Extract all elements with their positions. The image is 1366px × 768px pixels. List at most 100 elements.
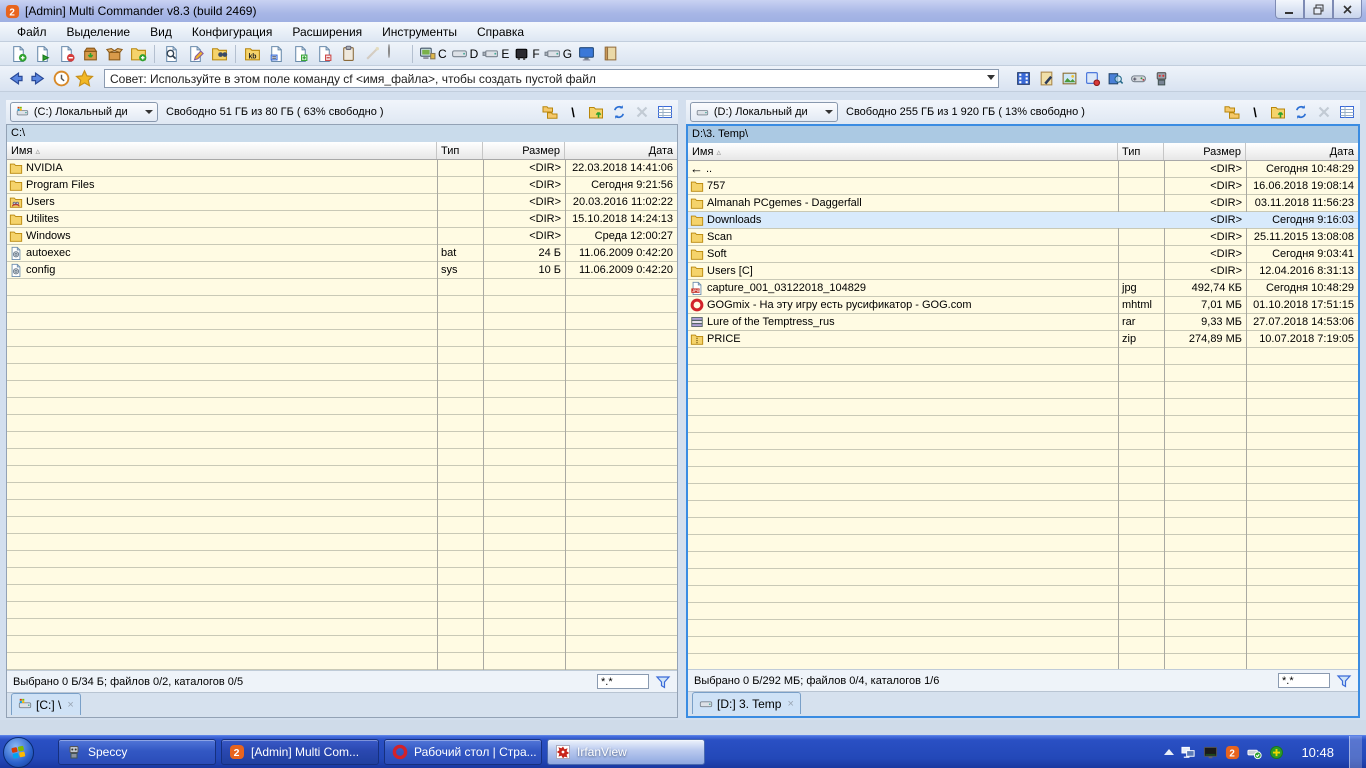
start-button[interactable] xyxy=(3,737,34,768)
column-header-type[interactable]: Тип xyxy=(1118,143,1164,160)
network-tray-icon[interactable] xyxy=(1181,745,1196,760)
column-header-date[interactable]: Дата xyxy=(565,142,677,159)
menu-item[interactable]: Выделение xyxy=(58,23,140,41)
book-button[interactable] xyxy=(598,43,622,65)
doc-edit-button[interactable] xyxy=(183,43,207,65)
column-header-size[interactable]: Размер xyxy=(1164,143,1246,160)
computer-button[interactable]: C xyxy=(417,43,449,65)
device-button[interactable]: F xyxy=(511,43,541,65)
back-icon[interactable] xyxy=(6,69,25,88)
left-panel-tab[interactable]: [C:] \ × xyxy=(11,693,81,715)
doc-minus-button[interactable] xyxy=(312,43,336,65)
green-disc-tray-icon[interactable] xyxy=(1269,745,1284,760)
left-filter-input[interactable] xyxy=(597,674,649,689)
column-header-type[interactable]: Тип xyxy=(437,142,483,159)
tree-button[interactable] xyxy=(541,103,559,121)
folder-kb-button[interactable]: kb xyxy=(240,43,264,65)
doc-search-button[interactable] xyxy=(159,43,183,65)
file-row[interactable]: Soft<DIR>Сегодня 9:03:41 xyxy=(688,246,1358,262)
file-row[interactable]: GOGmix - На эту игру есть русификатор - … xyxy=(688,297,1358,313)
left-file-list[interactable]: NVIDIA<DIR>22.03.2018 14:41:06Program Fi… xyxy=(7,160,677,670)
tray-expand-icon[interactable] xyxy=(1164,749,1174,755)
file-row[interactable]: Downloads<DIR>Сегодня 9:16:03 xyxy=(688,212,1358,228)
command-dropdown-icon[interactable] xyxy=(987,75,995,80)
right-panel-tab[interactable]: [D:] 3. Temp × xyxy=(692,692,801,714)
usb-button[interactable]: E xyxy=(480,43,511,65)
file-row[interactable]: configsys10 Б11.06.2009 0:42:20 xyxy=(7,262,677,278)
pack-button[interactable] xyxy=(78,43,102,65)
menu-item[interactable]: Инструменты xyxy=(373,23,466,41)
folder-new-button[interactable] xyxy=(126,43,150,65)
right-file-list[interactable]: ←..<DIR>Сегодня 10:48:29757<DIR>16.06.20… xyxy=(688,161,1358,669)
file-row[interactable]: Program Files<DIR>Сегодня 9:21:56 xyxy=(7,177,677,193)
root-button[interactable]: \ xyxy=(1246,103,1264,121)
monitor-button[interactable] xyxy=(574,43,598,65)
unpack-button[interactable] xyxy=(102,43,126,65)
file-delete-button[interactable] xyxy=(54,43,78,65)
taskbar-button-irfan[interactable]: IrfanView xyxy=(547,739,705,765)
left-drive-selector[interactable]: (C:) Локальный ди xyxy=(10,102,158,122)
usb-button[interactable]: G xyxy=(542,43,574,65)
clipboard-button[interactable] xyxy=(336,43,360,65)
refresh-button[interactable] xyxy=(610,103,628,121)
file-row[interactable]: Utilites<DIR>15.10.2018 14:24:13 xyxy=(7,211,677,227)
menu-item[interactable]: Вид xyxy=(141,23,181,41)
history-icon[interactable] xyxy=(52,69,71,88)
file-row[interactable]: Users [C]<DIR>12.04.2016 8:31:13 xyxy=(688,263,1358,279)
right-drive-selector[interactable]: (D:) Локальный ди xyxy=(690,102,838,122)
taskbar-button-opera[interactable]: Рабочий стол | Стра... xyxy=(384,739,542,765)
restore-button[interactable] xyxy=(1304,0,1333,19)
taskbar-button-mc[interactable]: 2[Admin] Multi Com... xyxy=(221,739,379,765)
column-header-name[interactable]: Имя ▵ xyxy=(688,143,1118,160)
doc-info-button[interactable] xyxy=(264,43,288,65)
grid-button[interactable] xyxy=(656,103,674,121)
file-row[interactable]: Users<DIR>20.03.2016 11:02:22 xyxy=(7,194,677,210)
root-button[interactable]: \ xyxy=(564,103,582,121)
mc-tray-icon[interactable]: 2 xyxy=(1225,745,1240,760)
monitor-black-tray-icon[interactable] xyxy=(1203,745,1218,760)
tree-button[interactable] xyxy=(1223,103,1241,121)
favorites-star-icon[interactable] xyxy=(75,69,94,88)
file-copy-button[interactable] xyxy=(30,43,54,65)
tray-clock[interactable]: 10:48 xyxy=(1301,745,1334,760)
forward-icon[interactable] xyxy=(29,69,48,88)
doc-plus-button[interactable] xyxy=(288,43,312,65)
file-new-button[interactable] xyxy=(6,43,30,65)
show-desktop-button[interactable] xyxy=(1349,736,1362,768)
folder-up-button[interactable] xyxy=(1269,103,1287,121)
column-header-size[interactable]: Размер xyxy=(483,142,565,159)
menu-item[interactable]: Справка xyxy=(468,23,533,41)
wand-button[interactable] xyxy=(360,43,384,65)
menu-item[interactable]: Расширения xyxy=(283,23,371,41)
dim-button[interactable] xyxy=(633,103,651,121)
dim-button[interactable] xyxy=(1315,103,1333,121)
file-row[interactable]: 757<DIR>16.06.2018 19:08:14 xyxy=(688,178,1358,194)
file-row[interactable]: autoexecbat24 Б11.06.2009 0:42:20 xyxy=(7,245,677,261)
filter-funnel-icon[interactable] xyxy=(1336,673,1352,689)
file-row[interactable]: JPGcapture_001_03122018_104829jpg492,74 … xyxy=(688,280,1358,296)
file-row[interactable]: ←..<DIR>Сегодня 10:48:29 xyxy=(688,161,1358,177)
right-filter-input[interactable] xyxy=(1278,673,1330,688)
folder-search-button[interactable] xyxy=(207,43,231,65)
close-button[interactable] xyxy=(1333,0,1362,19)
tab-close-icon[interactable]: × xyxy=(67,699,73,711)
filter-funnel-icon[interactable] xyxy=(655,674,671,690)
usb-check-tray-icon[interactable] xyxy=(1247,745,1262,760)
column-header-name[interactable]: Имя ▵ xyxy=(7,142,437,159)
command-input[interactable] xyxy=(104,69,999,88)
column-header-date[interactable]: Дата xyxy=(1246,143,1358,160)
drive-button[interactable]: D xyxy=(449,43,481,65)
folder-up-button[interactable] xyxy=(587,103,605,121)
file-row[interactable]: Lure of the Temptress_rusrar9,33 МБ27.07… xyxy=(688,314,1358,330)
file-row[interactable]: Almanah PCgemes - Daggerfall<DIR>03.11.2… xyxy=(688,195,1358,211)
grid-button[interactable] xyxy=(1338,103,1356,121)
minimize-button[interactable] xyxy=(1275,0,1304,19)
file-row[interactable]: Windows<DIR>Среда 12:00:27 xyxy=(7,228,677,244)
file-row[interactable]: Scan<DIR>25.11.2015 13:08:08 xyxy=(688,229,1358,245)
menu-item[interactable]: Файл xyxy=(8,23,56,41)
refresh-button[interactable] xyxy=(1292,103,1310,121)
colors-button[interactable] xyxy=(384,43,408,65)
taskbar-button-speccy[interactable]: Speccy xyxy=(58,739,216,765)
menu-item[interactable]: Конфигурация xyxy=(183,23,282,41)
file-row[interactable]: NVIDIA<DIR>22.03.2018 14:41:06 xyxy=(7,160,677,176)
